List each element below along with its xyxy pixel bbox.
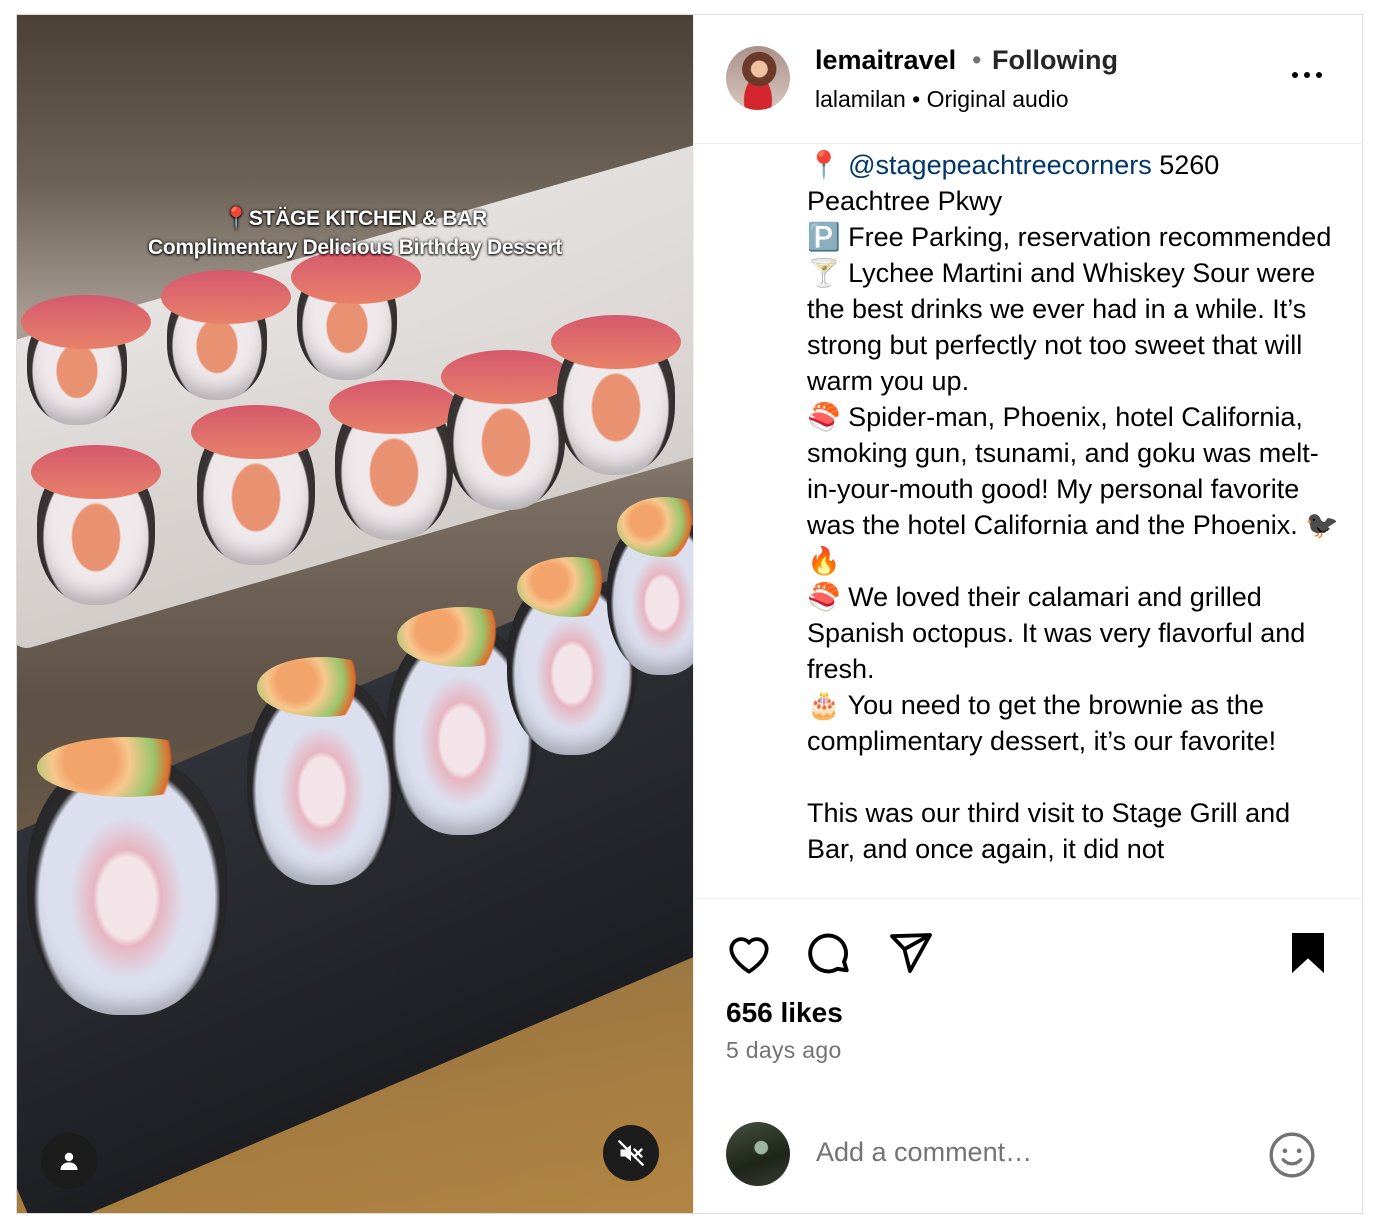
comment-input[interactable]: Add a comment… bbox=[816, 1137, 1032, 1168]
mention-link[interactable]: @stagepeachtreecorners bbox=[848, 150, 1152, 180]
caption-line: This was our third visit to Stage Grill … bbox=[807, 798, 1291, 864]
sushi-roll bbox=[441, 350, 571, 510]
bookmark-filled-icon[interactable] bbox=[1286, 929, 1330, 977]
video-overlay-subtitle: Complimentary Delicious Birthday Dessert bbox=[148, 236, 562, 259]
sushi-roll bbox=[31, 445, 161, 605]
sushi-roll bbox=[551, 315, 681, 475]
mute-toggle-button[interactable] bbox=[603, 1125, 659, 1181]
send-icon[interactable] bbox=[886, 929, 934, 977]
post-video[interactable]: 📍STÄGE KITCHEN & BAR Complimentary Delic… bbox=[17, 15, 693, 1213]
more-options-icon[interactable] bbox=[1292, 65, 1326, 85]
heart-icon[interactable] bbox=[724, 929, 774, 979]
sushi-roll bbox=[247, 657, 397, 885]
tagged-people-button[interactable] bbox=[41, 1133, 97, 1189]
following-button[interactable]: Following bbox=[992, 45, 1118, 76]
caption-line: 🍣 Spider-man, Phoenix, hotel California,… bbox=[807, 402, 1339, 576]
caption-line: 🍣 We loved their calamari and grilled Sp… bbox=[807, 582, 1306, 684]
caption-line: 📍 @stagepeachtreecorners 5260 Peachtree … bbox=[807, 147, 1342, 219]
author-username[interactable]: lemaitravel bbox=[815, 45, 956, 76]
caption-line: 🍸 Lychee Martini and Whiskey Sour were t… bbox=[807, 258, 1316, 396]
audio-attribution[interactable]: lalamilan • Original audio bbox=[815, 86, 1069, 113]
viewer-avatar bbox=[726, 1122, 790, 1186]
comment-icon[interactable] bbox=[804, 929, 854, 979]
caption-line: 🅿️ Free Parking, reservation recommended bbox=[807, 222, 1332, 252]
caption-line: 🎂 You need to get the brownie as the com… bbox=[807, 690, 1277, 756]
sushi-roll bbox=[27, 737, 227, 1015]
pin-emoji: 📍 bbox=[807, 150, 849, 180]
video-overlay-title: 📍STÄGE KITCHEN & BAR bbox=[223, 207, 487, 230]
sushi-roll bbox=[607, 497, 693, 675]
post-header: lemaitravel • Following lalamilan • Orig… bbox=[694, 15, 1363, 144]
post-dialog: 📍STÄGE KITCHEN & BAR Complimentary Delic… bbox=[16, 14, 1363, 1214]
sushi-roll bbox=[291, 250, 421, 380]
author-avatar[interactable] bbox=[726, 46, 790, 110]
sushi-roll bbox=[161, 270, 291, 400]
person-icon bbox=[60, 1152, 78, 1170]
like-count[interactable]: 656 likes bbox=[726, 997, 843, 1029]
post-caption: 📍 @stagepeachtreecorners 5260 Peachtree … bbox=[807, 147, 1342, 899]
speaker-muted-icon bbox=[618, 1140, 644, 1166]
sushi-roll bbox=[191, 405, 321, 565]
separator-dot: • bbox=[972, 45, 982, 75]
emoji-icon[interactable] bbox=[1267, 1130, 1317, 1180]
post-timestamp[interactable]: 5 days ago bbox=[726, 1037, 842, 1064]
comment-composer: Add a comment… bbox=[694, 1115, 1363, 1213]
sushi-roll bbox=[21, 295, 151, 425]
sushi-roll bbox=[329, 380, 459, 540]
post-side-panel: lemaitravel • Following lalamilan • Orig… bbox=[693, 15, 1363, 1213]
